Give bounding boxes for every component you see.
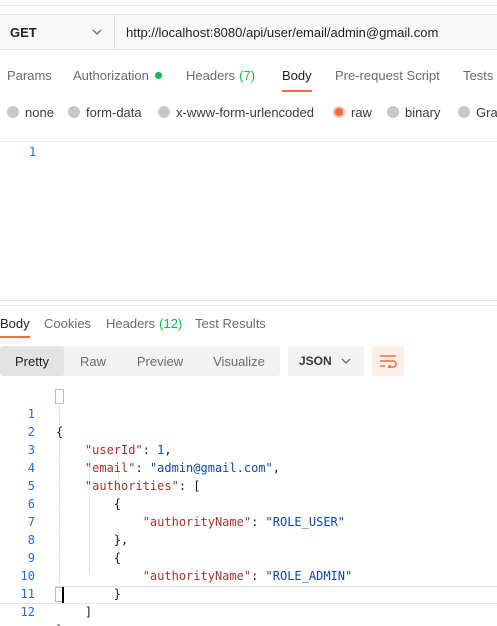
tab-headers[interactable]: Headers (7): [186, 58, 255, 92]
radio-icon: [158, 106, 170, 118]
radio-icon: [7, 106, 19, 118]
response-tab-headers[interactable]: Headers (12): [106, 308, 182, 338]
method-label: GET: [10, 24, 37, 40]
tab-count: (12): [159, 315, 183, 331]
request-url-bar: GET http://localhost:8080/api/user/email…: [0, 14, 497, 50]
radio-raw[interactable]: raw: [333, 105, 372, 120]
code-line: 10 }: [0, 549, 497, 601]
tab-label: Body: [0, 315, 30, 331]
radio-label: Grap: [476, 104, 497, 120]
radio-label: raw: [351, 104, 372, 120]
bracket-match-highlight: [55, 389, 64, 404]
radio-label: none: [25, 104, 54, 120]
view-pretty-button[interactable]: Pretty: [0, 346, 64, 376]
top-divider: [0, 5, 497, 6]
radio-icon: [458, 106, 470, 118]
tab-label: Authorization: [73, 67, 149, 83]
view-raw-button[interactable]: Raw: [64, 346, 122, 376]
radio-none[interactable]: none: [7, 105, 54, 120]
code-text: }: [56, 621, 63, 626]
chevron-down-icon: [92, 29, 102, 35]
radio-binary[interactable]: binary: [387, 105, 440, 120]
current-line-highlight: [56, 586, 497, 604]
view-visualize-button[interactable]: Visualize: [198, 346, 280, 376]
status-dot: [154, 71, 162, 79]
line-number: 12: [20, 605, 35, 619]
code-line: 6 "authorityName": "ROLE_USER": [0, 477, 497, 529]
code-line: 9 "authorityName": "ROLE_ADMIN": [0, 531, 497, 583]
code-line: 2 "userId": 1,: [0, 405, 497, 457]
tab-label: Pre-request Script: [335, 67, 440, 83]
response-tab-body[interactable]: Body: [0, 308, 30, 338]
tab-tests[interactable]: Tests: [463, 58, 493, 92]
bottom-divider: [0, 603, 497, 604]
line-number: 1: [29, 145, 37, 159]
radio-x-www-form-urlencoded[interactable]: x-www-form-urlencoded: [158, 105, 314, 120]
radio-label: x-www-form-urlencoded: [176, 104, 314, 120]
response-body-viewer[interactable]: 1 { 2 "userId": 1, 3 "email": "admin@gma…: [0, 387, 497, 626]
radio-selected-icon: [333, 106, 345, 118]
code-line: 4 "authorities": [: [0, 441, 497, 493]
tab-label: Params: [7, 67, 52, 83]
radio-form-data[interactable]: form-data: [68, 105, 142, 120]
wrap-lines-icon: [380, 355, 397, 368]
radio-label: binary: [405, 104, 441, 120]
method-select[interactable]: GET: [0, 15, 115, 49]
view-preview-button[interactable]: Preview: [122, 346, 198, 376]
tab-label: Test Results: [195, 315, 266, 331]
request-body-editor[interactable]: 1: [0, 141, 497, 301]
tab-label: Headers: [106, 315, 156, 331]
token-bracket: ]: [84, 605, 93, 619]
code-line: 1 {: [0, 387, 497, 439]
format-label: JSON: [299, 354, 332, 368]
tab-label: Tests: [463, 67, 494, 83]
tab-label: Headers: [186, 67, 236, 83]
response-tab-cookies[interactable]: Cookies: [44, 308, 91, 338]
request-tabs: Params Authorization Headers (7) Body Pre…: [0, 58, 497, 92]
format-select[interactable]: JSON: [288, 346, 364, 376]
chevron-down-icon: [341, 358, 351, 364]
code-line: 11 ]: [0, 567, 497, 619]
code-line: 7 },: [0, 495, 497, 547]
pane-divider[interactable]: [0, 300, 497, 301]
tab-count: (7): [239, 67, 256, 83]
tab-label: Body: [282, 67, 312, 83]
response-tab-test-results[interactable]: Test Results: [195, 308, 266, 338]
wrap-lines-button[interactable]: [372, 346, 404, 376]
url-input[interactable]: http://localhost:8080/api/user/email/adm…: [115, 15, 497, 49]
body-type-options: none form-data x-www-form-urlencoded raw…: [0, 100, 497, 124]
view-mode-group: Pretty Raw Preview Visualize: [0, 346, 280, 376]
code-text: ]: [56, 603, 92, 621]
tab-params[interactable]: Params: [7, 58, 52, 92]
code-line: 3 "email": "admin@gmail.com",: [0, 423, 497, 475]
pane-divider-line: [0, 305, 497, 306]
tab-pre-request-script[interactable]: Pre-request Script: [335, 58, 440, 92]
radio-label: form-data: [86, 104, 142, 120]
code-line: 5 {: [0, 459, 497, 511]
tab-label: Cookies: [44, 315, 91, 331]
response-tabs: Body Cookies Headers (12) Test Results: [0, 308, 497, 338]
code-line: 8 {: [0, 513, 497, 565]
radio-icon: [387, 106, 399, 118]
radio-graphql[interactable]: Grap: [458, 105, 497, 120]
tab-authorization[interactable]: Authorization: [73, 58, 162, 92]
tab-body[interactable]: Body: [282, 58, 312, 92]
radio-icon: [68, 106, 80, 118]
